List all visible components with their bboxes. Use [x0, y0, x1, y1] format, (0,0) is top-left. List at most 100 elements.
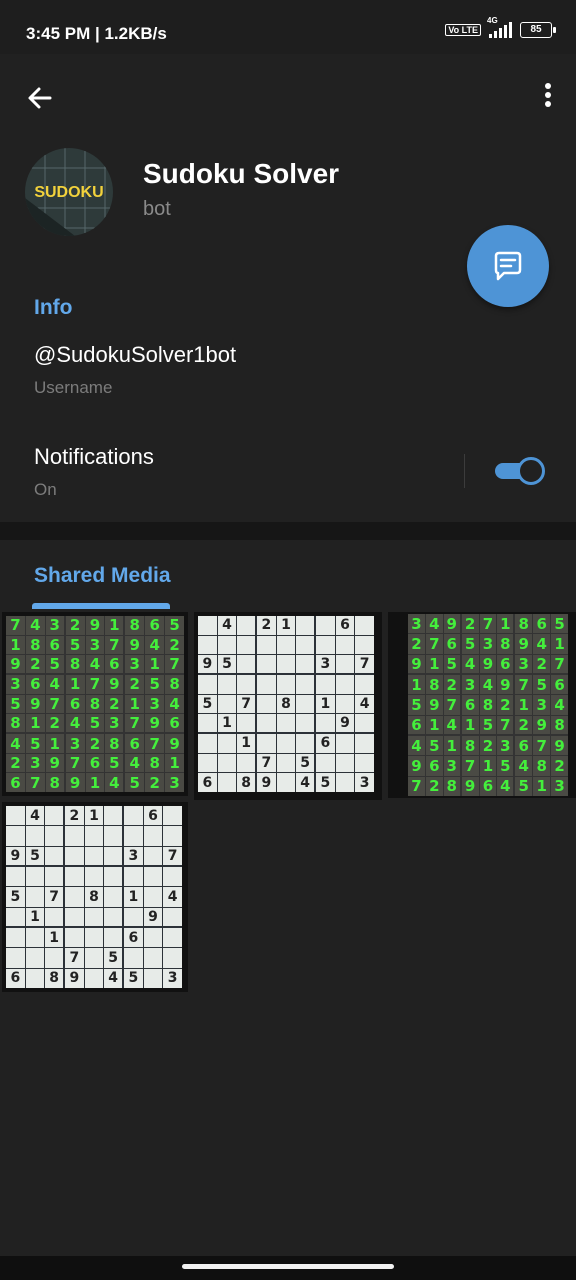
- sudoku-cell: [217, 733, 237, 753]
- sudoku-cell: 4: [425, 614, 443, 634]
- sudoku-cell: 3: [551, 776, 568, 796]
- sudoku-cell: [256, 694, 276, 714]
- sudoku-cell: 8: [45, 968, 63, 988]
- notifications-label[interactable]: Notifications: [34, 444, 154, 470]
- sudoku-cell: 1: [237, 733, 255, 753]
- sudoku-cell: 9: [408, 756, 425, 776]
- sudoku-cell: 7: [64, 948, 84, 968]
- sudoku-cell: 3: [355, 773, 374, 792]
- status-bar: 3:45 PM | 1.2KB/s Vo LTE 4G 85: [0, 0, 576, 54]
- sudoku-cell: 1: [84, 806, 104, 826]
- sudoku-cell: 5: [6, 694, 25, 714]
- sudoku-grid: 7432918651865379429258463173641792585976…: [6, 616, 184, 792]
- sudoku-cell: [6, 806, 25, 826]
- sudoku-cell: [123, 806, 143, 826]
- sudoku-cell: 7: [45, 694, 64, 714]
- sudoku-cell: [25, 826, 45, 846]
- sudoku-cell: [104, 806, 122, 826]
- sudoku-cell: [64, 826, 84, 846]
- media-thumbnail[interactable]: 3492718652765389419154963271823497565976…: [388, 612, 576, 798]
- sudoku-cell: 9: [461, 776, 479, 796]
- profile-subtitle: bot: [143, 198, 171, 220]
- sudoku-cell: [355, 714, 374, 732]
- sudoku-cell: [64, 907, 84, 926]
- notifications-toggle[interactable]: [495, 457, 545, 485]
- avatar[interactable]: SUDOKU: [25, 148, 113, 236]
- sudoku-cell: [104, 846, 122, 865]
- sudoku-cell: 3: [105, 714, 124, 733]
- sudoku-cell: 5: [217, 655, 237, 673]
- sudoku-cell: [296, 733, 314, 753]
- sudoku-cell: 1: [515, 695, 533, 715]
- media-thumbnail[interactable]: 7432918651865379429258463173641792585976…: [2, 612, 188, 796]
- sudoku-cell: 3: [65, 734, 85, 753]
- sudoku-cell: [198, 616, 217, 635]
- sudoku-cell: 7: [533, 736, 551, 756]
- tab-shared-media[interactable]: Shared Media: [34, 564, 171, 588]
- sudoku-cell: 1: [65, 675, 85, 694]
- sudoku-cell: [335, 694, 355, 714]
- network-type: 4G: [487, 16, 498, 25]
- sudoku-cell: 2: [425, 776, 443, 796]
- sudoku-cell: [143, 867, 163, 887]
- sudoku-cell: 4: [25, 616, 45, 635]
- sudoku-cell: 2: [105, 694, 124, 714]
- sudoku-cell: [256, 733, 276, 753]
- sudoku-cell: 6: [6, 968, 25, 988]
- sudoku-cell: 8: [105, 734, 124, 753]
- sudoku-cell: 9: [165, 734, 184, 753]
- sudoku-cell: 6: [497, 654, 514, 673]
- signal-icon: 4G: [487, 16, 512, 38]
- sudoku-grid: 4216953757814191675689453: [6, 806, 182, 988]
- info-section: Info @SudokuSolver1bot Username Notifica…: [0, 266, 576, 522]
- sudoku-cell: [276, 655, 296, 673]
- sudoku-cell: [256, 655, 276, 673]
- sudoku-cell: [25, 948, 45, 968]
- sudoku-cell: 4: [25, 806, 45, 826]
- media-thumbnail[interactable]: 4216953757814191675689453: [194, 612, 382, 800]
- sudoku-cell: [276, 635, 296, 655]
- more-options-button[interactable]: [540, 80, 556, 116]
- sudoku-cell: 6: [65, 694, 85, 714]
- sudoku-cell: [104, 867, 122, 887]
- sudoku-cell: 3: [163, 968, 182, 988]
- username-value[interactable]: @SudokuSolver1bot: [34, 342, 236, 368]
- sudoku-cell: [315, 714, 335, 732]
- sudoku-cell: 8: [6, 714, 25, 733]
- sudoku-cell: 3: [123, 846, 143, 865]
- sudoku-cell: [163, 867, 182, 887]
- sudoku-cell: 9: [105, 675, 124, 694]
- sudoku-cell: 7: [355, 655, 374, 673]
- sudoku-cell: 3: [45, 616, 64, 635]
- profile-name: Sudoku Solver: [143, 158, 340, 189]
- sudoku-cell: [217, 694, 237, 714]
- sudoku-cell: [217, 773, 237, 792]
- sudoku-cell: 5: [443, 654, 460, 673]
- sudoku-cell: [6, 826, 25, 846]
- sudoku-cell: 7: [551, 654, 568, 673]
- sudoku-cell: 5: [25, 734, 45, 753]
- back-button[interactable]: [22, 80, 58, 116]
- sudoku-cell: 5: [85, 714, 105, 733]
- sudoku-cell: 8: [479, 695, 497, 715]
- sudoku-cell: [335, 773, 355, 792]
- sudoku-cell: 1: [551, 634, 568, 654]
- sudoku-cell: 1: [533, 776, 551, 796]
- sudoku-cell: [217, 753, 237, 773]
- sudoku-cell: [335, 733, 355, 753]
- sudoku-cell: 7: [145, 734, 165, 753]
- sudoku-cell: 3: [6, 675, 25, 694]
- sudoku-cell: 5: [296, 753, 314, 773]
- sudoku-cell: 9: [551, 736, 568, 756]
- home-indicator[interactable]: [182, 1264, 394, 1269]
- send-message-button[interactable]: [467, 225, 549, 307]
- sudoku-cell: 4: [145, 635, 165, 655]
- media-thumbnail[interactable]: 4216953757814191675689453: [2, 802, 188, 992]
- sudoku-cell: 5: [165, 616, 184, 635]
- sudoku-cell: 4: [408, 736, 425, 756]
- sudoku-cell: [276, 733, 296, 753]
- sudoku-cell: [355, 616, 374, 635]
- sudoku-cell: [84, 948, 104, 968]
- sudoku-cell: 1: [45, 734, 64, 753]
- sudoku-cell: 6: [315, 733, 335, 753]
